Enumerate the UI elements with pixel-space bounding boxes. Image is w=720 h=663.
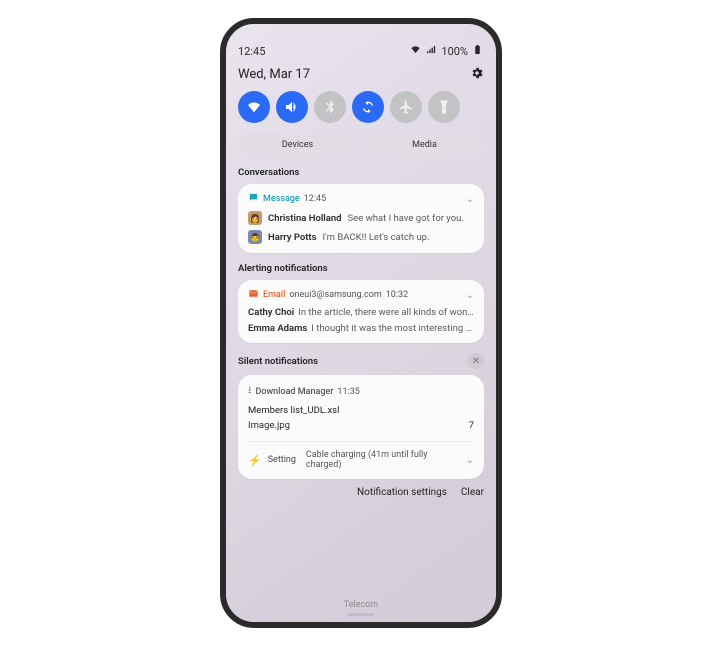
avatar: 👩 (248, 211, 262, 225)
notification-settings-button[interactable]: Notification settings (357, 487, 447, 498)
phone-frame: 12:45 100% Wed, Mar 17 (220, 18, 502, 628)
avatar: 👨 (248, 230, 262, 244)
devices-button[interactable]: Devices (238, 133, 357, 157)
alerting-preview: I thought it was the most interesting th… (311, 323, 474, 334)
conversation-preview: I'm BACK!! Let's catch up. (323, 232, 474, 243)
silent-time: 11:35 (337, 387, 359, 397)
toggle-auto-rotate[interactable] (352, 91, 384, 123)
toggle-flashlight[interactable] (428, 91, 460, 123)
toggle-sound[interactable] (276, 91, 308, 123)
conversation-preview: See what I have got for you. (348, 213, 474, 224)
clear-button[interactable]: Clear (461, 487, 484, 498)
section-silent-label: Silent notifications (238, 356, 318, 367)
silent-app-name: Download Manager (256, 387, 334, 397)
media-button[interactable]: Media (365, 133, 484, 157)
conversation-row[interactable]: 👩 Christina Holland See what I have got … (248, 211, 474, 225)
conversation-sender: Christina Holland (268, 213, 342, 224)
quick-toggles (238, 91, 484, 123)
email-app-icon (248, 288, 259, 302)
status-time: 12:45 (238, 45, 265, 58)
silent-setting-text: Cable charging (41m until fully charged) (306, 450, 454, 470)
alerting-sender: Emma Adams (248, 323, 307, 334)
toggle-wifi[interactable] (238, 91, 270, 123)
notification-panel: 12:45 100% Wed, Mar 17 (226, 24, 496, 622)
panel-footer-actions: Notification settings Clear (238, 487, 484, 498)
conversations-app-name: Message (263, 194, 300, 204)
battery-status-icon (471, 44, 484, 58)
battery-percent: 100% (441, 45, 468, 58)
silent-card[interactable]: ⭳ Download Manager 11:35 Members list_UD… (238, 375, 484, 479)
download-file-row: Image.jpg 7 (248, 420, 474, 431)
toggle-bluetooth[interactable] (314, 91, 346, 123)
wifi-status-icon (409, 44, 422, 58)
settings-gear-icon[interactable] (470, 66, 484, 83)
alerting-time: 10:32 (386, 290, 408, 300)
section-conversations-label: Conversations (238, 167, 484, 178)
panel-header: Wed, Mar 17 (238, 66, 484, 83)
silent-setting-app: Setting (268, 455, 296, 465)
conversations-card[interactable]: Message 12:45 ⌄ 👩 Christina Holland See … (238, 184, 484, 253)
conversations-time: 12:45 (304, 194, 326, 204)
section-silent-header: Silent notifications ✕ (238, 353, 484, 369)
panel-date: Wed, Mar 17 (238, 67, 310, 82)
conversations-card-header: Message 12:45 ⌄ (248, 192, 474, 206)
device-media-row: Devices Media (238, 133, 484, 157)
download-file: Members list_UDL.xsl (248, 405, 474, 416)
silent-setting-row[interactable]: ⚡ Setting Cable charging (41m until full… (248, 441, 474, 470)
conversation-row[interactable]: 👨 Harry Potts I'm BACK!! Let's catch up. (248, 230, 474, 244)
alerting-card-header: Email oneui3@samsung.com 10:32 ⌄ (248, 288, 474, 302)
signal-status-icon (425, 44, 438, 58)
bolt-icon: ⚡ (248, 454, 262, 467)
conversation-sender: Harry Potts (268, 232, 317, 243)
alerting-app-name: Email (263, 290, 285, 300)
download-file: Image.jpg (248, 420, 290, 431)
download-count: 7 (469, 420, 474, 431)
status-right: 100% (409, 44, 484, 58)
alerting-account: oneui3@samsung.com (289, 290, 381, 300)
alerting-card[interactable]: Email oneui3@samsung.com 10:32 ⌄ Cathy C… (238, 280, 484, 343)
silent-dismiss-button[interactable]: ✕ (468, 353, 484, 369)
section-alerting-label: Alerting notifications (238, 263, 484, 274)
alerting-sender: Cathy Choi (248, 307, 294, 318)
alerting-row[interactable]: Cathy Choi In the article, there were al… (248, 307, 474, 318)
toggle-airplane[interactable] (390, 91, 422, 123)
alerting-row[interactable]: Emma Adams I thought it was the most int… (248, 323, 474, 334)
chevron-down-icon[interactable]: ⌄ (466, 194, 474, 205)
chevron-down-icon[interactable]: ⌄ (466, 455, 474, 466)
carrier-label: Telecom (226, 600, 496, 610)
message-app-icon (248, 192, 259, 206)
chevron-down-icon[interactable]: ⌄ (466, 290, 474, 301)
status-bar: 12:45 100% (238, 42, 484, 60)
download-icon: ⭳ (248, 383, 252, 400)
silent-card-header: ⭳ Download Manager 11:35 (248, 383, 474, 400)
alerting-preview: In the article, there were all kinds of … (298, 307, 474, 318)
home-indicator[interactable] (348, 613, 374, 616)
